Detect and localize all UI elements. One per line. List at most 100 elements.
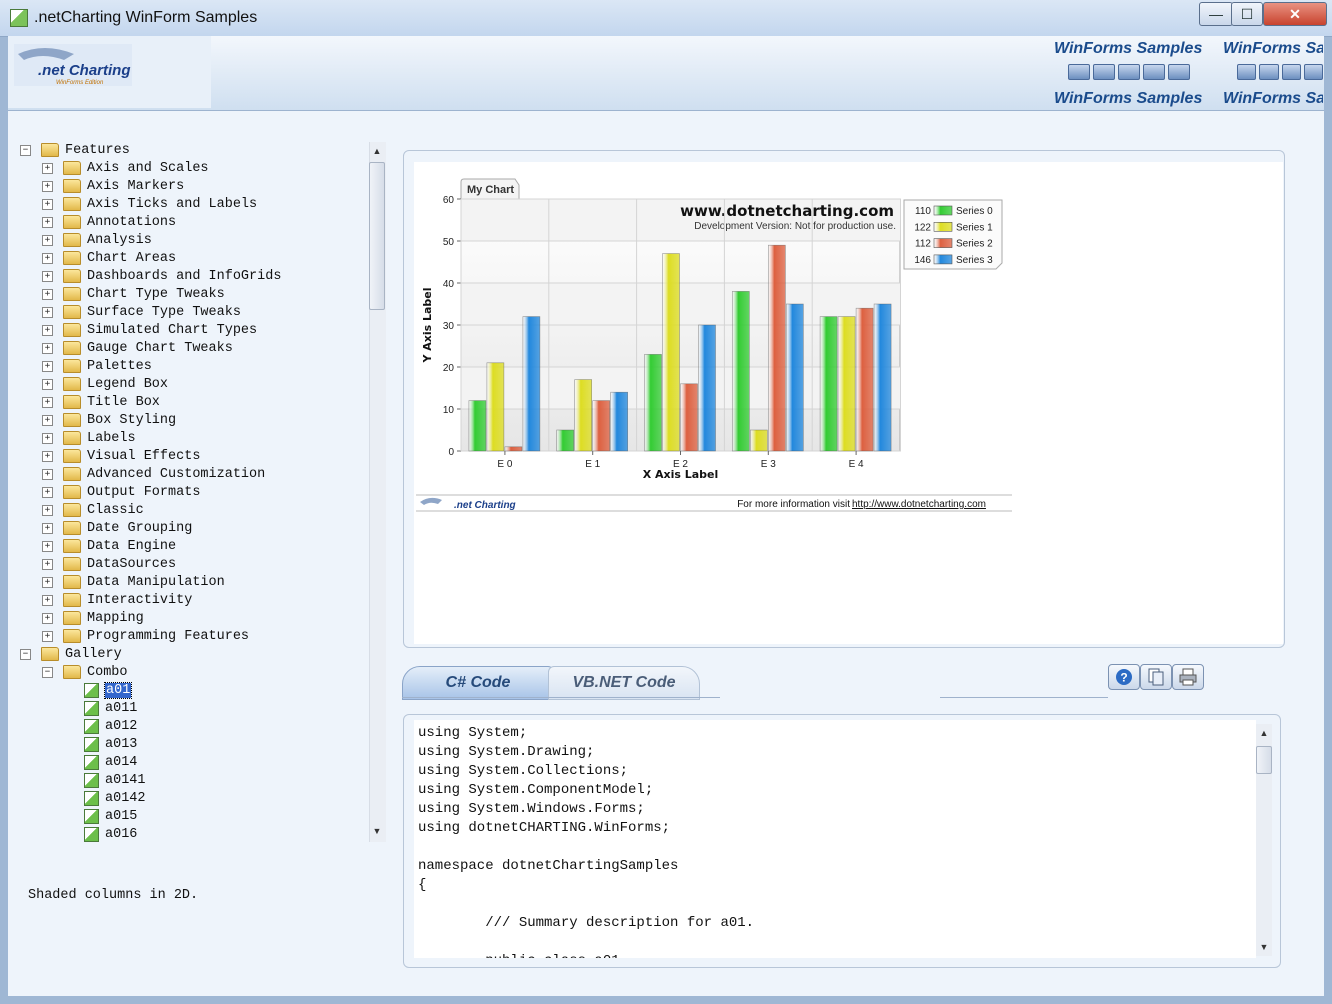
- tree-node-feature[interactable]: + Dashboards and InfoGrids: [42, 267, 281, 285]
- tree-node-feature[interactable]: + Box Styling: [42, 411, 176, 429]
- chart-sample-icon: [84, 790, 99, 806]
- tree-node-sample[interactable]: a013: [84, 735, 137, 753]
- collapse-icon[interactable]: −: [42, 666, 53, 678]
- expand-icon[interactable]: +: [42, 594, 53, 606]
- code-scroll-down-icon[interactable]: ▼: [1256, 942, 1272, 952]
- expand-icon[interactable]: +: [42, 342, 53, 354]
- expand-icon[interactable]: +: [42, 324, 53, 336]
- help-button[interactable]: ?: [1108, 664, 1140, 690]
- tree-node-sample[interactable]: a014: [84, 753, 137, 771]
- y-axis-label: Y Axis Label: [421, 287, 434, 363]
- expand-icon[interactable]: +: [42, 234, 53, 246]
- expand-icon[interactable]: +: [42, 522, 53, 534]
- tree-node-feature[interactable]: + Simulated Chart Types: [42, 321, 257, 339]
- tree-node-label: Axis and Scales: [87, 160, 209, 176]
- expand-icon[interactable]: +: [42, 432, 53, 444]
- expand-icon[interactable]: +: [42, 630, 53, 642]
- tree-node-sample[interactable]: a01: [84, 681, 133, 699]
- expand-icon[interactable]: +: [42, 252, 53, 264]
- expand-icon[interactable]: +: [42, 504, 53, 516]
- chart-canvas: My Chart 0 10 20 30 40 50 60 www.dotnetcharting.…: [414, 162, 1283, 644]
- tree-node-combo[interactable]: − Combo: [42, 663, 128, 681]
- collapse-icon[interactable]: −: [20, 648, 31, 660]
- expand-icon[interactable]: +: [42, 216, 53, 228]
- expand-icon[interactable]: +: [42, 540, 53, 552]
- tree-node-sample[interactable]: a0141: [84, 771, 146, 789]
- tree-node-feature[interactable]: + Chart Type Tweaks: [42, 285, 225, 303]
- tab-csharp-code[interactable]: C# Code: [402, 666, 554, 700]
- tree-node-feature[interactable]: + Palettes: [42, 357, 152, 375]
- tree-node-feature[interactable]: + Legend Box: [42, 375, 168, 393]
- tree-node-feature[interactable]: + Date Grouping: [42, 519, 192, 537]
- code-scroll-thumb[interactable]: [1256, 746, 1272, 774]
- expand-icon[interactable]: +: [42, 162, 53, 174]
- tree-node-feature[interactable]: + Data Engine: [42, 537, 176, 555]
- copy-icon: [1148, 668, 1164, 686]
- expand-icon[interactable]: +: [42, 468, 53, 480]
- tab-vbnet-code[interactable]: VB.NET Code: [548, 666, 700, 700]
- tree-node-feature[interactable]: + Visual Effects: [42, 447, 200, 465]
- tree-node-feature[interactable]: + Title Box: [42, 393, 160, 411]
- folder-icon: [63, 197, 81, 211]
- tree-node-sample[interactable]: a011: [84, 699, 137, 717]
- expand-icon[interactable]: +: [42, 360, 53, 372]
- scroll-up-icon[interactable]: ▲: [369, 146, 385, 156]
- expand-icon[interactable]: +: [42, 378, 53, 390]
- tree-node-feature[interactable]: + Axis and Scales: [42, 159, 209, 177]
- tree-node-feature[interactable]: + Interactivity: [42, 591, 192, 609]
- code-scroll-up-icon[interactable]: ▲: [1256, 728, 1272, 738]
- code-line: public class a01: [418, 953, 619, 958]
- expand-icon[interactable]: +: [42, 558, 53, 570]
- expand-icon[interactable]: +: [42, 180, 53, 192]
- tree-node-sample[interactable]: a015: [84, 807, 137, 825]
- tree-node-feature[interactable]: + DataSources: [42, 555, 176, 573]
- chart-bar: [486, 362, 505, 452]
- expand-icon[interactable]: +: [42, 450, 53, 462]
- tree-node-feature[interactable]: + Labels: [42, 429, 136, 447]
- expand-icon[interactable]: +: [42, 198, 53, 210]
- tree-node-feature[interactable]: + Mapping: [42, 609, 144, 627]
- expand-icon[interactable]: +: [42, 306, 53, 318]
- tree-node-feature[interactable]: + Chart Areas: [42, 249, 176, 267]
- expand-icon[interactable]: +: [42, 576, 53, 588]
- tree-node-feature[interactable]: + Surface Type Tweaks: [42, 303, 241, 321]
- copy-button[interactable]: [1140, 664, 1172, 690]
- folder-icon: [63, 269, 81, 283]
- footer-link[interactable]: http://www.dotnetcharting.com: [852, 499, 986, 510]
- tree-scroll-thumb[interactable]: [369, 162, 385, 310]
- tree-node-feature[interactable]: + Analysis: [42, 231, 152, 249]
- tree-node-feature[interactable]: + Output Formats: [42, 483, 200, 501]
- sample-description: Shaded columns in 2D.: [28, 888, 199, 903]
- minimize-button[interactable]: —: [1199, 2, 1233, 26]
- code-view[interactable]: using System; using System.Drawing; using …: [414, 720, 1256, 958]
- tree-node-feature[interactable]: + Axis Ticks and Labels: [42, 195, 257, 213]
- expand-icon[interactable]: +: [42, 486, 53, 498]
- tree-node-feature[interactable]: + Data Manipulation: [42, 573, 225, 591]
- chart-bar: [644, 354, 662, 452]
- maximize-button[interactable]: ☐: [1231, 2, 1263, 26]
- tree-node-feature[interactable]: + Advanced Customization: [42, 465, 265, 483]
- expand-icon[interactable]: +: [42, 270, 53, 282]
- folder-icon: [63, 413, 81, 427]
- scroll-down-icon[interactable]: ▼: [369, 826, 385, 836]
- expand-icon[interactable]: +: [42, 288, 53, 300]
- close-button[interactable]: ✕: [1263, 2, 1327, 26]
- expand-icon[interactable]: +: [42, 612, 53, 624]
- tree-node-sample[interactable]: a0142: [84, 789, 146, 807]
- expand-icon[interactable]: +: [42, 414, 53, 426]
- chart-bar: [574, 379, 592, 452]
- tree-node-sample[interactable]: a016: [84, 825, 137, 843]
- tree-node-feature[interactable]: + Annotations: [42, 213, 176, 231]
- collapse-icon[interactable]: −: [20, 144, 31, 156]
- chart-bar: [610, 391, 628, 452]
- tree-node-feature[interactable]: + Classic: [42, 501, 144, 519]
- print-button[interactable]: [1172, 664, 1204, 690]
- tree-node-features[interactable]: − Features: [20, 141, 130, 159]
- tree-node-feature[interactable]: + Gauge Chart Tweaks: [42, 339, 233, 357]
- tree-node-feature[interactable]: + Programming Features: [42, 627, 249, 645]
- tree-node-gallery[interactable]: − Gallery: [20, 645, 122, 663]
- expand-icon[interactable]: +: [42, 396, 53, 408]
- tree-node-feature[interactable]: + Axis Markers: [42, 177, 184, 195]
- legend-entry: Series 0: [956, 206, 993, 217]
- tree-node-sample[interactable]: a012: [84, 717, 137, 735]
